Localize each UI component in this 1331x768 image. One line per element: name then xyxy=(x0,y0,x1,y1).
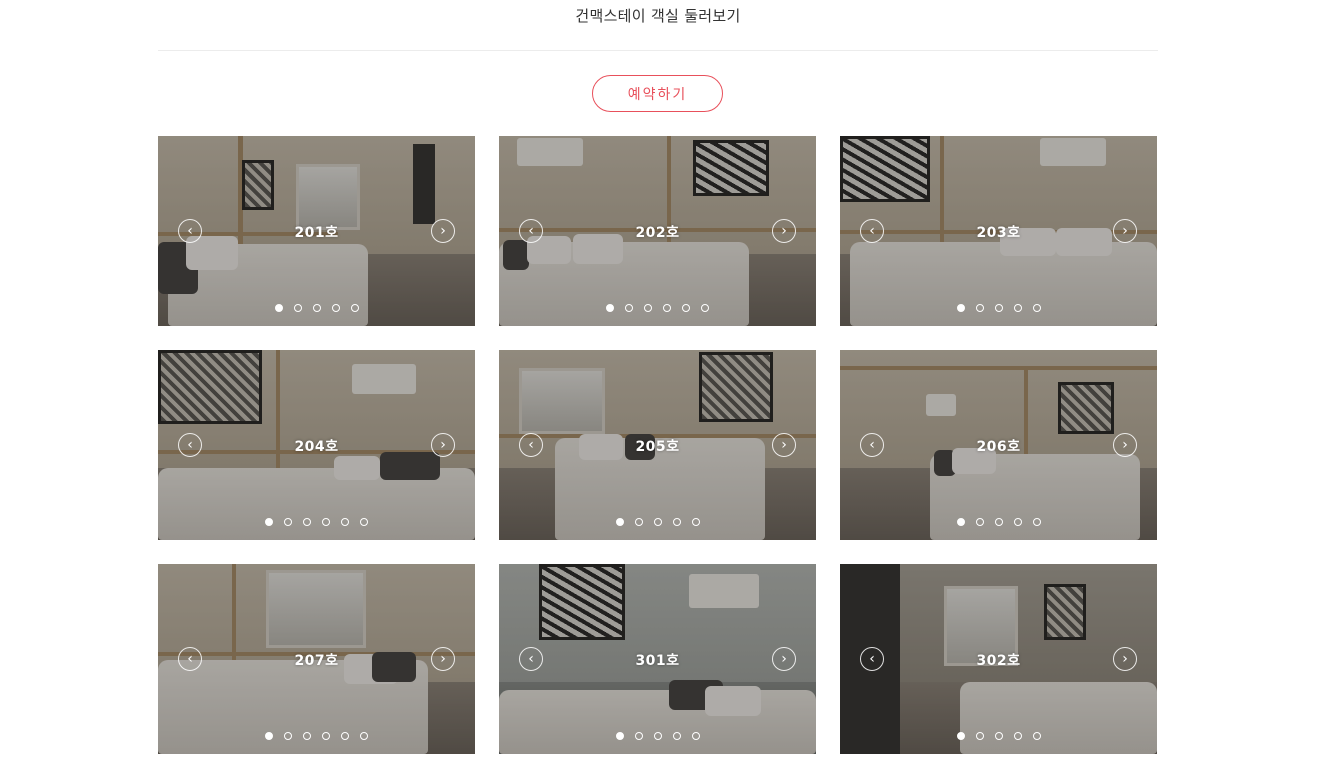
room-label: 201호 xyxy=(294,225,339,241)
room-card-201[interactable]: 201호 ‹ › xyxy=(158,136,475,326)
chevron-right-icon[interactable]: › xyxy=(772,219,796,243)
room-label: 202호 xyxy=(635,225,680,241)
slide-dots xyxy=(158,732,475,740)
slide-dot[interactable] xyxy=(322,732,330,740)
title-divider xyxy=(158,50,1158,51)
slide-dots xyxy=(840,518,1157,526)
slide-dot[interactable] xyxy=(994,732,1003,740)
room-label: 301호 xyxy=(635,653,680,669)
chevron-right-icon[interactable]: › xyxy=(772,647,796,671)
room-card-207[interactable]: 207호 ‹ › xyxy=(158,564,475,754)
room-label: 203호 xyxy=(976,225,1021,241)
slide-dot[interactable] xyxy=(360,518,368,526)
slide-dot[interactable] xyxy=(1013,732,1022,740)
chevron-left-icon[interactable]: ‹ xyxy=(860,647,884,671)
slide-dot[interactable] xyxy=(644,304,652,312)
slide-dot[interactable] xyxy=(634,732,643,740)
slide-dot[interactable] xyxy=(303,732,311,740)
chevron-left-icon[interactable]: ‹ xyxy=(519,219,543,243)
slide-dot[interactable] xyxy=(265,518,273,526)
chevron-right-icon[interactable]: › xyxy=(1113,219,1137,243)
chevron-right-icon[interactable]: › xyxy=(431,433,455,457)
slide-dot[interactable] xyxy=(682,304,690,312)
slide-dots xyxy=(840,304,1157,312)
room-card-301[interactable]: 301호 ‹ › xyxy=(499,564,816,754)
slide-dots xyxy=(499,518,816,526)
room-card-206[interactable]: 206호 ‹ › xyxy=(840,350,1157,540)
slide-dot[interactable] xyxy=(350,304,359,312)
room-label: 207호 xyxy=(294,653,339,669)
room-card-204[interactable]: 204호 ‹ › xyxy=(158,350,475,540)
slide-dots xyxy=(840,732,1157,740)
chevron-right-icon[interactable]: › xyxy=(772,433,796,457)
slide-dots xyxy=(499,732,816,740)
slide-dots xyxy=(499,304,816,312)
slide-dot[interactable] xyxy=(691,518,700,526)
slide-dot[interactable] xyxy=(284,732,292,740)
slide-dot[interactable] xyxy=(994,304,1003,312)
slide-dot[interactable] xyxy=(303,518,311,526)
slide-dot[interactable] xyxy=(634,518,643,526)
slide-dot[interactable] xyxy=(653,732,662,740)
room-card-203[interactable]: 203호 ‹ › xyxy=(840,136,1157,326)
chevron-left-icon[interactable]: ‹ xyxy=(178,647,202,671)
slide-dot[interactable] xyxy=(975,518,984,526)
slide-dot[interactable] xyxy=(994,518,1003,526)
slide-dot[interactable] xyxy=(1032,518,1041,526)
slide-dot[interactable] xyxy=(284,518,292,526)
room-card-205[interactable]: 205호 ‹ › xyxy=(499,350,816,540)
slide-dot[interactable] xyxy=(312,304,321,312)
slide-dot[interactable] xyxy=(360,732,368,740)
chevron-right-icon[interactable]: › xyxy=(1113,647,1137,671)
room-label: 206호 xyxy=(976,439,1021,455)
slide-dot[interactable] xyxy=(274,304,283,312)
slide-dot[interactable] xyxy=(1013,518,1022,526)
slide-dot[interactable] xyxy=(956,518,965,526)
page-title: 건맥스테이 객실 둘러보기 xyxy=(575,7,741,25)
room-card-302[interactable]: 302호 ‹ › xyxy=(840,564,1157,754)
slide-dot[interactable] xyxy=(331,304,340,312)
slide-dot[interactable] xyxy=(956,304,965,312)
chevron-right-icon[interactable]: › xyxy=(431,647,455,671)
slide-dot[interactable] xyxy=(1013,304,1022,312)
slide-dots xyxy=(158,304,475,312)
chevron-left-icon[interactable]: ‹ xyxy=(519,647,543,671)
slide-dot[interactable] xyxy=(975,732,984,740)
chevron-right-icon[interactable]: › xyxy=(431,219,455,243)
slide-dot[interactable] xyxy=(341,732,349,740)
chevron-left-icon[interactable]: ‹ xyxy=(519,433,543,457)
slide-dot[interactable] xyxy=(701,304,709,312)
slide-dot[interactable] xyxy=(956,732,965,740)
chevron-left-icon[interactable]: ‹ xyxy=(860,219,884,243)
slide-dot[interactable] xyxy=(1032,732,1041,740)
chevron-left-icon[interactable]: ‹ xyxy=(178,433,202,457)
slide-dot[interactable] xyxy=(341,518,349,526)
room-label: 205호 xyxy=(635,439,680,455)
slide-dot[interactable] xyxy=(625,304,633,312)
slide-dot[interactable] xyxy=(265,732,273,740)
room-label: 204호 xyxy=(294,439,339,455)
slide-dots xyxy=(158,518,475,526)
room-label: 302호 xyxy=(976,653,1021,669)
slide-dot[interactable] xyxy=(615,732,624,740)
slide-dot[interactable] xyxy=(691,732,700,740)
slide-dot[interactable] xyxy=(615,518,624,526)
slide-dot[interactable] xyxy=(322,518,330,526)
slide-dot[interactable] xyxy=(606,304,614,312)
chevron-left-icon[interactable]: ‹ xyxy=(860,433,884,457)
slide-dot[interactable] xyxy=(1032,304,1041,312)
chevron-right-icon[interactable]: › xyxy=(1113,433,1137,457)
slide-dot[interactable] xyxy=(293,304,302,312)
slide-dot[interactable] xyxy=(975,304,984,312)
slide-dot[interactable] xyxy=(663,304,671,312)
reserve-button[interactable]: 예약하기 xyxy=(592,75,723,112)
slide-dot[interactable] xyxy=(672,518,681,526)
room-card-202[interactable]: 202호 ‹ › xyxy=(499,136,816,326)
slide-dot[interactable] xyxy=(653,518,662,526)
chevron-left-icon[interactable]: ‹ xyxy=(178,219,202,243)
slide-dot[interactable] xyxy=(672,732,681,740)
